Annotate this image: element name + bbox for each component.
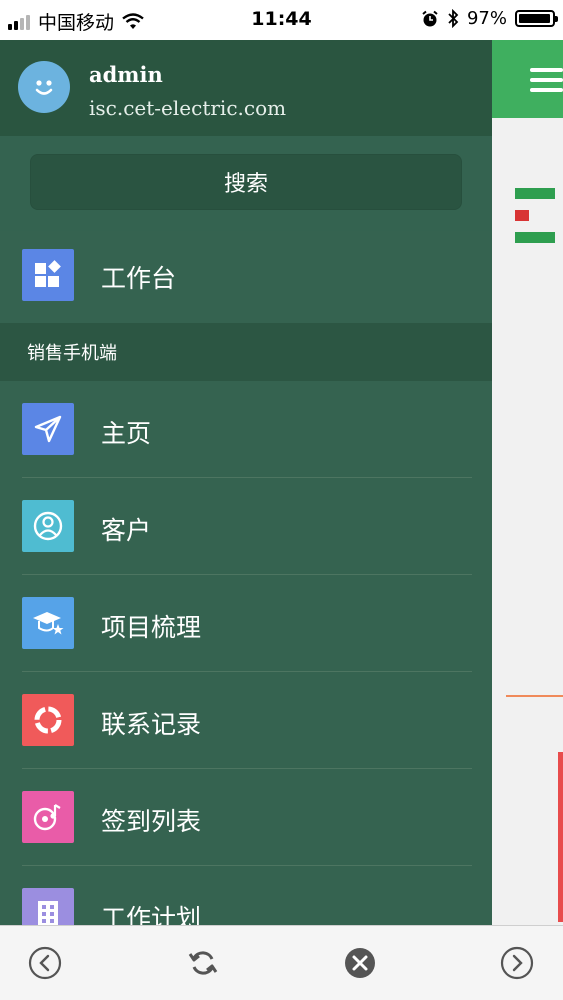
user-circle-icon [22, 500, 74, 552]
menu-item-contact-records[interactable]: 联系记录 [0, 672, 492, 769]
menu-label-project-review: 项目梳理 [101, 613, 202, 642]
section-title: 销售手机端 [0, 323, 492, 381]
menu-label-checkin-list: 签到列表 [101, 807, 202, 836]
menu-label-contact-records: 联系记录 [101, 710, 202, 739]
menu-icon[interactable] [530, 68, 563, 92]
paper-plane-icon [22, 403, 74, 455]
user-domain: isc.cet-electric.com [89, 96, 287, 120]
menu-item-home[interactable]: 主页 [0, 381, 492, 478]
drawer-user-header[interactable]: admin isc.cet-electric.com [0, 40, 492, 136]
logo-fragment [515, 188, 563, 248]
menu-item-checkin-list[interactable]: 签到列表 [0, 769, 492, 866]
close-icon [345, 948, 375, 978]
bluetooth-icon [448, 9, 459, 28]
user-name: admin [89, 62, 163, 87]
close-button[interactable] [343, 946, 377, 980]
chevron-right-icon [500, 946, 534, 980]
menu-label-work-plan: 工作计划 [101, 904, 202, 925]
menu-item-work-plan[interactable]: 工作计划 [0, 866, 492, 925]
workbench-label: 工作台 [101, 264, 177, 293]
search-button[interactable]: 搜索 [30, 154, 462, 210]
background-divider [506, 695, 563, 697]
back-button[interactable] [28, 946, 62, 980]
background-header [492, 40, 563, 118]
search-area: 搜索 [0, 136, 492, 231]
forward-button[interactable] [500, 946, 534, 980]
browser-toolbar [0, 925, 563, 1000]
refresh-ring-icon [22, 694, 74, 746]
battery-percent: 97% [466, 8, 507, 29]
graduation-cap-icon [22, 597, 74, 649]
refresh-button[interactable] [186, 946, 220, 980]
avatar[interactable] [18, 61, 70, 113]
smiley-face-icon [35, 80, 53, 95]
music-disc-icon [22, 791, 74, 843]
building-icon [22, 888, 74, 925]
alarm-clock-icon [422, 10, 438, 26]
battery-icon [515, 10, 558, 27]
background-red-accent [558, 752, 563, 922]
menu-label-customers: 客户 [101, 516, 152, 545]
dashboard-grid-icon [22, 249, 74, 301]
workbench-item[interactable]: 工作台 [0, 231, 492, 323]
chevron-left-icon [28, 946, 62, 980]
menu-item-customers[interactable]: 客户 [0, 478, 492, 575]
menu-item-project-review[interactable]: 项目梳理 [0, 575, 492, 672]
menu-list: 主页 客户 项目梳理 联系记录 签到列表 工作计划 [0, 381, 492, 925]
status-bar: 中国移动 11:44 97% [0, 0, 563, 40]
background-page [492, 40, 563, 925]
refresh-icon [188, 951, 218, 975]
side-drawer: admin isc.cet-electric.com 搜索 工作台 销售手机端 [0, 40, 492, 925]
status-right: 97% [421, 8, 558, 29]
menu-label-home: 主页 [101, 419, 152, 448]
